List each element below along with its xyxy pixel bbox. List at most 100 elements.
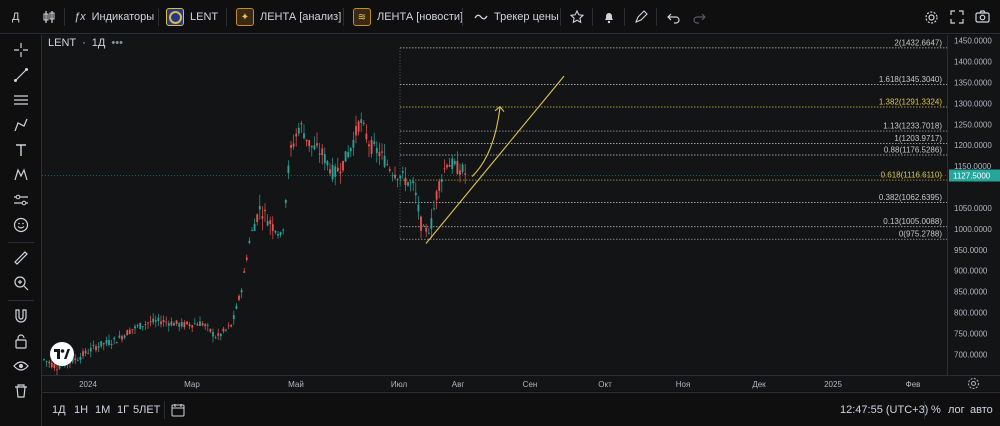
candle-body <box>45 361 48 362</box>
candle-body <box>370 139 373 154</box>
time-tick-label: 2025 <box>824 380 842 389</box>
candle-body <box>144 324 147 325</box>
candle-body <box>235 305 238 309</box>
crosshair-icon <box>14 43 28 57</box>
range-1y[interactable]: 1Г <box>117 393 129 426</box>
delete-tool[interactable] <box>7 380 35 402</box>
time-axis[interactable]: 2024 Мар Май Июл Авг Сен Окт Ноя Дек 2025 Фев <box>42 375 1000 391</box>
magnet-tool[interactable] <box>7 305 35 327</box>
candle-body <box>438 181 441 191</box>
log-toggle[interactable]: лог <box>948 393 965 426</box>
clock-label: 12:47:55 (UTC+3) <box>840 404 929 416</box>
lock-icon <box>15 334 27 349</box>
range-1d[interactable]: 1Д <box>52 393 66 426</box>
candle-body <box>256 214 259 222</box>
emoji-tool[interactable] <box>7 214 35 236</box>
price-tick-label: 1300.0000 <box>954 99 992 108</box>
clock-timezone[interactable]: 12:47:55 (UTC+3) <box>840 393 928 426</box>
price-tick-label: 950.0000 <box>954 246 988 255</box>
percent-toggle[interactable]: % <box>931 393 941 426</box>
range-1w[interactable]: 1Н <box>74 393 88 426</box>
candle-body <box>290 144 292 149</box>
fib-level-label: 0.13(1005.0088) <box>883 217 942 226</box>
range-1d-label: 1Д <box>52 404 66 416</box>
price-tracker-button[interactable]: Трекер цены <box>474 0 559 34</box>
candle-body <box>50 362 53 368</box>
crosshair-tool[interactable] <box>7 39 35 61</box>
zoom-tool[interactable] <box>7 272 35 294</box>
date-range-button[interactable] <box>171 393 185 426</box>
fx-icon: ƒx <box>74 11 86 23</box>
trendline-icon <box>14 68 28 82</box>
candle-body <box>48 361 51 364</box>
lines-icon <box>14 95 28 105</box>
candle-body <box>308 140 311 147</box>
price-tick-label: 1400.0000 <box>954 58 992 67</box>
pattern-tool[interactable] <box>7 164 35 186</box>
candle-body <box>271 224 274 231</box>
compare-button[interactable] <box>42 0 56 34</box>
watchlist-star-button[interactable] <box>570 0 584 34</box>
settings-button[interactable] <box>924 0 939 34</box>
candle-body <box>206 325 209 327</box>
candle-body <box>349 148 352 152</box>
lock-tool[interactable] <box>7 330 35 352</box>
axis-settings-button[interactable] <box>967 377 980 393</box>
price-axis[interactable]: 1450.0000 1400.0000 1350.0000 1300.0000 1250… <box>947 35 1000 375</box>
candle-body <box>375 147 378 154</box>
bottom-toolbar: 1Д 1Н 1М 1Г 5ЛЕТ 12:47:55 (UTC+3) % лог … <box>42 392 1000 426</box>
ruler-tool[interactable] <box>7 247 35 269</box>
candle-body <box>352 139 355 148</box>
legend-more-button[interactable]: ••• <box>111 37 123 49</box>
candle-body <box>170 321 173 326</box>
redo-button[interactable] <box>692 0 706 34</box>
candle-body <box>391 175 394 177</box>
candle-body <box>183 322 186 328</box>
candle-body <box>243 271 246 273</box>
text-tool[interactable] <box>7 139 35 161</box>
candle-body <box>212 332 214 337</box>
candle-body <box>318 153 321 155</box>
candle-body <box>100 341 103 347</box>
fib-level-label: 0(975.2788) <box>899 230 942 239</box>
candle-body <box>261 216 264 219</box>
screenshot-button[interactable] <box>975 0 990 34</box>
indicators-button[interactable]: ƒx Индикаторы <box>74 0 154 34</box>
percent-label: % <box>931 404 941 416</box>
candle-body <box>440 179 443 182</box>
candle-body <box>258 206 261 210</box>
candle-body <box>329 169 331 174</box>
candle-body <box>225 329 227 331</box>
symbol-button[interactable]: LENT <box>166 0 218 34</box>
candle-body <box>167 323 170 326</box>
analysis-button[interactable]: ✦ ЛЕНТА [анализ] <box>236 0 341 34</box>
candle-body <box>427 232 430 234</box>
candle-body <box>222 328 225 332</box>
candle-body <box>214 337 217 339</box>
top-toolbar: Д ƒx Индикаторы LENT ✦ ЛЕНТА [анализ] ≋ … <box>0 0 1000 34</box>
draw-button[interactable] <box>634 0 648 34</box>
range-5y[interactable]: 5ЛЕТ <box>133 393 160 426</box>
tradingview-logo[interactable] <box>50 342 74 366</box>
undo-button[interactable] <box>667 0 681 34</box>
range-1m[interactable]: 1М <box>95 393 110 426</box>
trendline-tool[interactable] <box>7 64 35 86</box>
alert-button[interactable] <box>602 0 616 34</box>
measure-tool[interactable] <box>7 189 35 211</box>
symbol-search-button[interactable]: Д <box>12 0 19 34</box>
candle-body <box>217 333 220 336</box>
auto-toggle[interactable]: авто <box>970 393 993 426</box>
candle-body <box>355 126 357 136</box>
indicators-label: Индикаторы <box>91 11 155 23</box>
time-tick-label: Фев <box>906 380 921 389</box>
visibility-tool[interactable] <box>7 355 35 377</box>
candle-body <box>97 346 100 348</box>
candle-body <box>326 161 329 166</box>
path-tool[interactable] <box>7 114 35 136</box>
news-button[interactable]: ≋ ЛЕНТА [новости] <box>353 0 463 34</box>
horizontal-lines-tool[interactable] <box>7 89 35 111</box>
fullscreen-button[interactable] <box>950 0 964 34</box>
candle-body <box>448 164 451 167</box>
chart-canvas[interactable]: 2(1432.6647) 1.618(1345.3040) 1.382(1291.3… <box>42 35 947 375</box>
candle-body <box>407 182 409 186</box>
